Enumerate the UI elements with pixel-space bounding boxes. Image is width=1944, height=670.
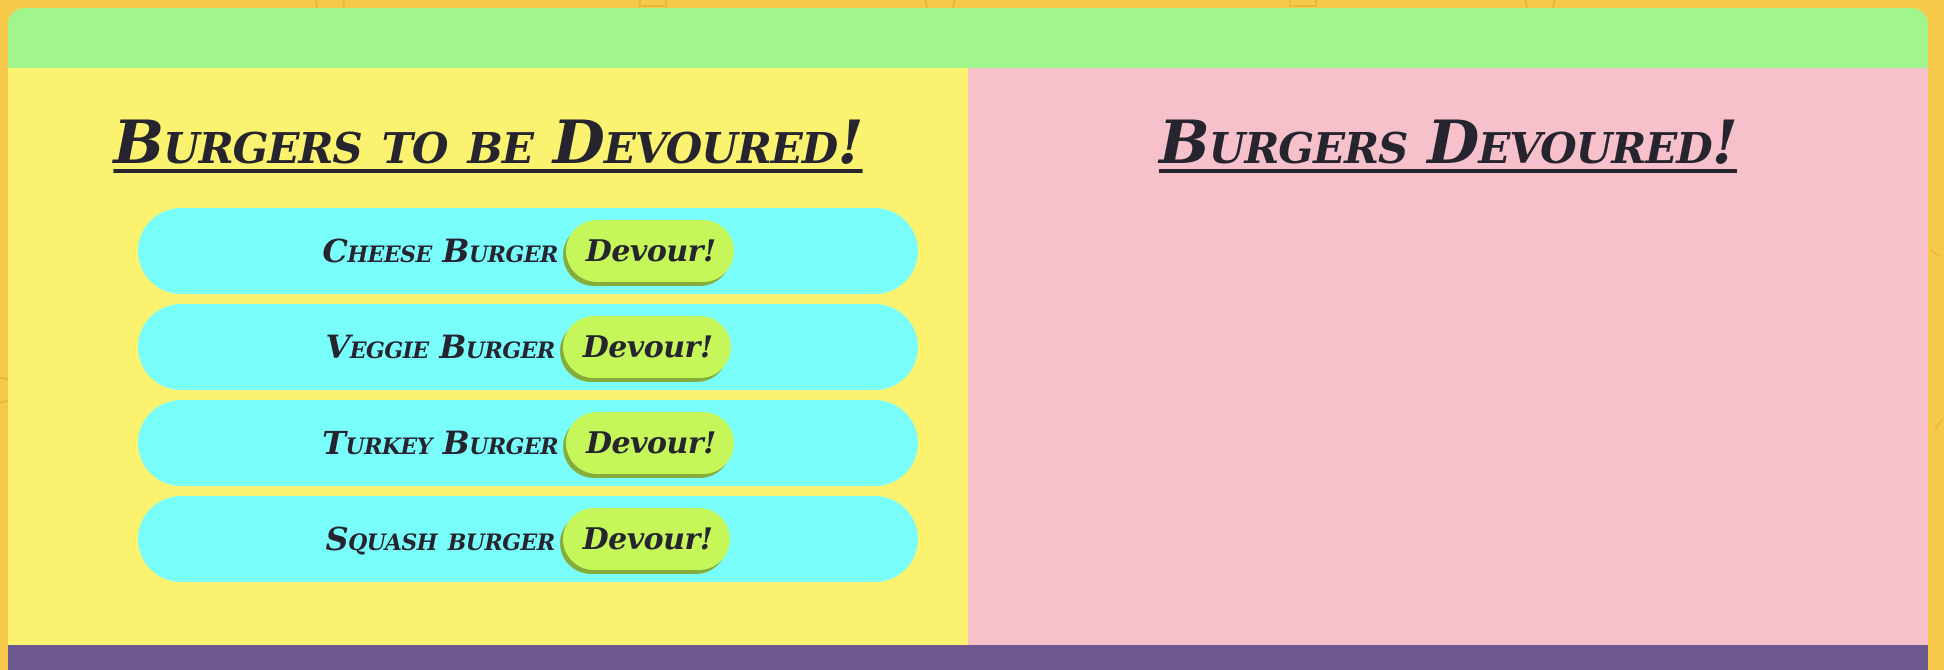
- columns: Burgers to be Devoured! Cheese Burger De…: [8, 68, 1928, 645]
- devour-button[interactable]: Devour!: [566, 412, 734, 474]
- burger-item: Veggie Burger Devour!: [138, 304, 918, 390]
- burger-list: Cheese Burger Devour! Veggie Burger Devo…: [138, 208, 918, 592]
- devour-button[interactable]: Devour!: [562, 508, 731, 570]
- devour-button[interactable]: Devour!: [562, 316, 731, 378]
- burgers-to-devour-column: Burgers to be Devoured! Cheese Burger De…: [8, 68, 968, 645]
- header-bar: [8, 8, 1928, 68]
- burgers-devoured-column: Burgers Devoured!: [968, 68, 1928, 645]
- burger-name: Squash burger: [325, 520, 556, 558]
- burger-name: Turkey Burger: [322, 424, 559, 462]
- burger-item: Squash burger Devour!: [138, 496, 918, 582]
- app-frame: Burgers to be Devoured! Cheese Burger De…: [8, 8, 1928, 670]
- burgers-to-devour-title: Burgers to be Devoured!: [113, 108, 863, 178]
- burger-item: Cheese Burger Devour!: [138, 208, 918, 294]
- burgers-devoured-title: Burgers Devoured!: [1158, 108, 1738, 178]
- burger-item: Turkey Burger Devour!: [138, 400, 918, 486]
- burger-name: Veggie Burger: [325, 328, 555, 366]
- footer-bar: [8, 645, 1928, 670]
- burger-name: Cheese Burger: [322, 232, 558, 270]
- devour-button[interactable]: Devour!: [565, 220, 734, 282]
